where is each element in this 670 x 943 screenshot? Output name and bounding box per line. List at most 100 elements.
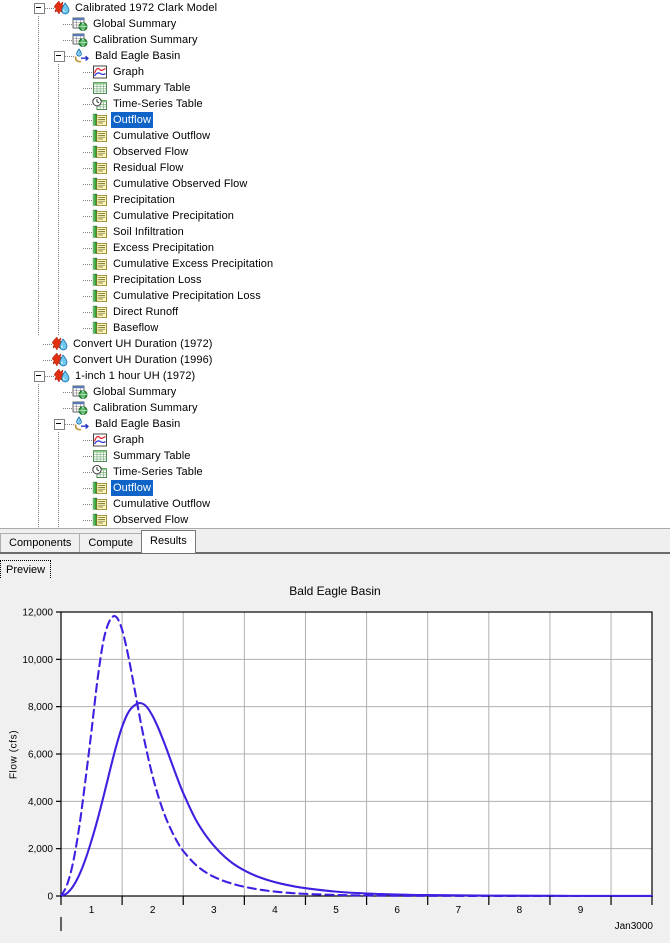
tree-guide <box>38 384 39 400</box>
collapse-icon[interactable] <box>54 50 65 62</box>
tree-item-summary-table[interactable]: Summary Table <box>0 80 670 96</box>
tree-item-time-series-table[interactable]: Time-Series Table <box>0 96 670 112</box>
time-series-icon <box>92 496 108 512</box>
tree-item-label[interactable]: Bald Eagle Basin <box>93 48 182 64</box>
tree-item-precipitation-loss[interactable]: Precipitation Loss <box>0 272 670 288</box>
tree-item-time-series-table[interactable]: Time-Series Table <box>0 464 670 480</box>
tree-item-label[interactable]: Global Summary <box>91 16 178 32</box>
tree-item-graph[interactable]: Graph <box>0 64 670 80</box>
tree-item-label[interactable]: Observed Flow <box>111 512 190 528</box>
results-tree[interactable]: Calibrated 1972 Clark Model Global Summar… <box>0 0 670 528</box>
tree-item-label[interactable]: Excess Precipitation <box>111 240 216 256</box>
tree-stub <box>74 500 83 509</box>
tree-item-label[interactable]: Calibration Summary <box>91 400 200 416</box>
tree-item-baseflow[interactable]: Baseflow <box>0 320 670 336</box>
tree-item-label[interactable]: Time-Series Table <box>111 464 205 480</box>
tree-item-bald-eagle-basin[interactable]: Bald Eagle Basin <box>0 48 670 64</box>
tab-results[interactable]: Results <box>141 530 196 553</box>
tree-item-convert-uh-duration-1972[interactable]: Convert UH Duration (1972) <box>0 336 670 352</box>
tree-item-calibrated-1972-clark-model[interactable]: Calibrated 1972 Clark Model <box>0 0 670 16</box>
tree-item-cumulative-outflow[interactable]: Cumulative Outflow <box>0 128 670 144</box>
tree-stub <box>74 484 83 493</box>
tree-item-residual-flow[interactable]: Residual Flow <box>0 160 670 176</box>
tree-guide <box>58 144 59 160</box>
tree-item-label[interactable]: Cumulative Precipitation <box>111 208 236 224</box>
tree-item-calibration-summary[interactable]: Calibration Summary <box>0 400 670 416</box>
collapse-icon[interactable] <box>34 2 45 14</box>
main-tab-bar: Components Compute Results <box>0 528 670 553</box>
tree-item-outflow[interactable]: Outflow <box>0 112 670 128</box>
collapse-icon[interactable] <box>34 370 45 382</box>
tree-item-label[interactable]: Outflow <box>111 112 153 128</box>
tree-item-excess-precipitation[interactable]: Excess Precipitation <box>0 240 670 256</box>
tab-preview[interactable]: Preview <box>0 560 52 580</box>
tree-item-label[interactable]: Calibration Summary <box>91 32 200 48</box>
tree-guide <box>38 304 39 320</box>
collapse-icon[interactable] <box>54 418 65 430</box>
tree-item-1-inch-1-hour-uh-1972[interactable]: 1-inch 1 hour UH (1972) <box>0 368 670 384</box>
tree-item-cumulative-outflow[interactable]: Cumulative Outflow <box>0 496 670 512</box>
tree-guide <box>38 32 39 48</box>
tree-item-cumulative-precipitation[interactable]: Cumulative Precipitation <box>0 208 670 224</box>
tree-elbow <box>83 256 92 272</box>
tree-item-label[interactable]: Bald Eagle Basin <box>93 416 182 432</box>
tree-guide <box>58 272 59 288</box>
tree-item-label[interactable]: Calibrated 1972 Clark Model <box>73 0 219 16</box>
tree-item-direct-runoff[interactable]: Direct Runoff <box>0 304 670 320</box>
tree-item-label[interactable]: Cumulative Outflow <box>111 496 212 512</box>
tree-item-label[interactable]: Precipitation <box>111 192 177 208</box>
tree-item-label[interactable]: Cumulative Precipitation Loss <box>111 288 263 304</box>
tree-item-label[interactable]: Cumulative Observed Flow <box>111 176 249 192</box>
tree-item-label[interactable]: 1-inch 1 hour UH (1972) <box>73 368 197 384</box>
tree-item-graph[interactable]: Graph <box>0 432 670 448</box>
tree-item-observed-flow[interactable]: Observed Flow <box>0 144 670 160</box>
tree-stub <box>74 180 83 189</box>
tree-item-cumulative-excess-precipitation[interactable]: Cumulative Excess Precipitation <box>0 256 670 272</box>
tree-item-label[interactable]: Residual Flow <box>111 160 185 176</box>
tree-item-label[interactable]: Cumulative Outflow <box>111 128 212 144</box>
tab-compute[interactable]: Compute <box>79 533 143 553</box>
tree-item-label[interactable]: Soil Infiltration <box>111 224 186 240</box>
tree-item-label[interactable]: Outflow <box>111 480 153 496</box>
tree-stub <box>74 84 83 93</box>
chart-panel: Bald Eagle Basin Flow (cfs) 0 2,000 4,000 6… <box>0 579 670 943</box>
tree-item-summary-table[interactable]: Summary Table <box>0 448 670 464</box>
tree-item-soil-infiltration[interactable]: Soil Infiltration <box>0 224 670 240</box>
tree-item-label[interactable]: Graph <box>111 432 146 448</box>
tree-stub <box>74 164 83 173</box>
tree-guide <box>38 64 39 80</box>
tree-item-global-summary[interactable]: Global Summary <box>0 384 670 400</box>
tree-item-label[interactable]: Baseflow <box>111 320 160 336</box>
tree-item-cumulative-precipitation-loss[interactable]: Cumulative Precipitation Loss <box>0 288 670 304</box>
tree-item-label[interactable]: Precipitation Loss <box>111 272 204 288</box>
tree-item-label[interactable]: Summary Table <box>111 448 193 464</box>
tab-components[interactable]: Components <box>0 533 81 553</box>
globe-table-icon <box>72 400 88 416</box>
tree-item-global-summary[interactable]: Global Summary <box>0 16 670 32</box>
tree-item-label[interactable]: Graph <box>111 64 146 80</box>
tree-item-outflow[interactable]: Outflow <box>0 480 670 496</box>
tree-item-bald-eagle-basin[interactable]: Bald Eagle Basin <box>0 416 670 432</box>
tree-item-calibration-summary[interactable]: Calibration Summary <box>0 32 670 48</box>
tree-item-label[interactable]: Observed Flow <box>111 144 190 160</box>
tree-item-label[interactable]: Direct Runoff <box>111 304 180 320</box>
tree-item-cumulative-observed-flow[interactable]: Cumulative Observed Flow <box>0 176 670 192</box>
tree-item-label[interactable]: Global Summary <box>91 384 178 400</box>
tree-stub <box>74 100 83 109</box>
tree-item-label[interactable]: Convert UH Duration (1972) <box>71 336 215 352</box>
tree-elbow <box>83 320 92 336</box>
tree-guide <box>58 240 59 256</box>
tree-item-observed-flow[interactable]: Observed Flow <box>0 512 670 528</box>
tree-item-convert-uh-duration-1996[interactable]: Convert UH Duration (1996) <box>0 352 670 368</box>
tree-item-label[interactable]: Summary Table <box>111 80 193 96</box>
tree-item-label[interactable]: Time-Series Table <box>111 96 205 112</box>
tree-item-label[interactable]: Convert UH Duration (1996) <box>71 352 215 368</box>
tree-item-label[interactable]: Cumulative Excess Precipitation <box>111 256 275 272</box>
tree-item-precipitation[interactable]: Precipitation <box>0 192 670 208</box>
